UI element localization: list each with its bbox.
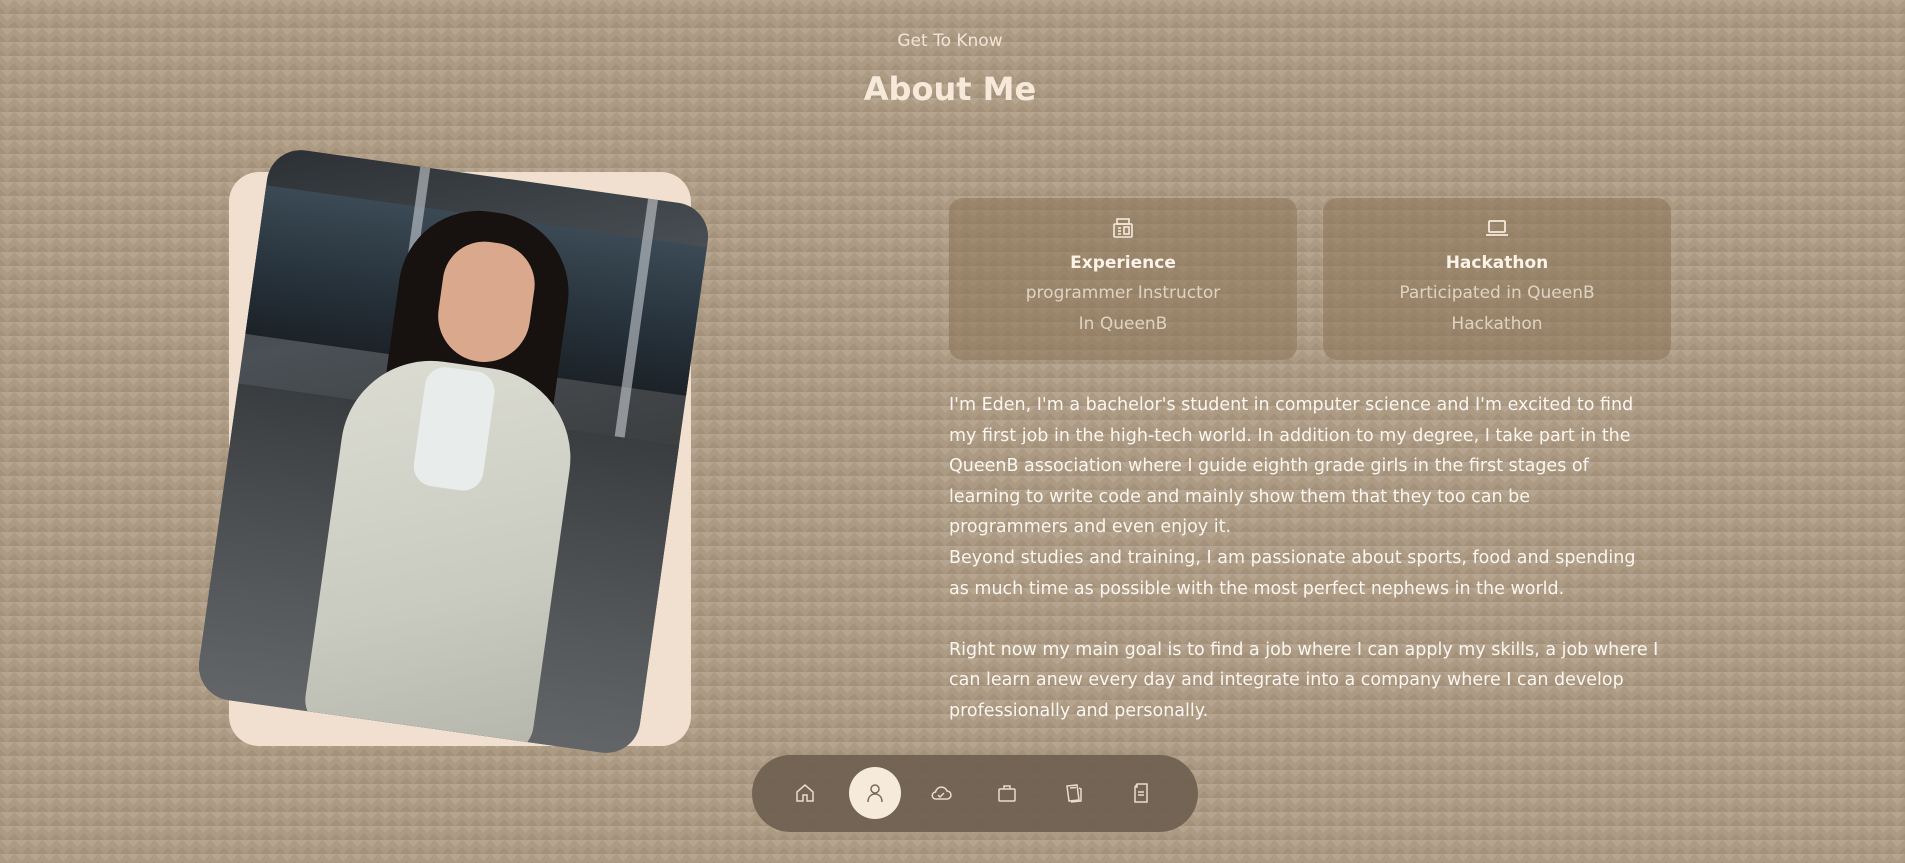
card-title: Hackathon bbox=[1445, 253, 1549, 273]
bio-spacer bbox=[949, 604, 1679, 635]
hackathon-card: Hackathon Participated in QueenB Hackath… bbox=[1323, 198, 1671, 360]
nav-skills-button[interactable] bbox=[915, 767, 967, 819]
bottom-nav bbox=[752, 755, 1198, 832]
bio-line: as much time as possible with the most p… bbox=[949, 578, 1565, 599]
nav-contact-button[interactable] bbox=[1115, 767, 1167, 819]
bio-line: learning to write code and mainly show t… bbox=[949, 486, 1530, 507]
bio-line: professionally and personally. bbox=[949, 700, 1209, 721]
briefcase-icon bbox=[998, 785, 1016, 802]
bio-line: can learn anew every day and integrate i… bbox=[949, 670, 1624, 691]
about-bio: I'm Eden, I'm a bachelor's student in co… bbox=[949, 390, 1679, 727]
card-title: Experience bbox=[1070, 253, 1176, 273]
card-text: In QueenB bbox=[1078, 314, 1168, 334]
card-text: Participated in QueenB bbox=[1399, 283, 1595, 303]
bio-line: Right now my main goal is to find a job … bbox=[949, 639, 1659, 660]
card-text: programmer Instructor bbox=[1025, 283, 1221, 303]
award-icon bbox=[949, 216, 1297, 240]
nav-home-button[interactable] bbox=[779, 767, 831, 819]
profile-photo bbox=[194, 145, 713, 758]
page-title: About Me bbox=[863, 70, 1037, 108]
header-subtitle: Get To Know bbox=[897, 31, 1003, 51]
bio-line: I'm Eden, I'm a bachelor's student in co… bbox=[949, 395, 1634, 415]
bio-line: Beyond studies and training, I am passio… bbox=[949, 547, 1636, 568]
document-icon bbox=[1134, 783, 1148, 803]
user-icon bbox=[867, 784, 883, 803]
nav-about-button[interactable] bbox=[849, 767, 901, 819]
bio-line: programmers and even enjoy it. bbox=[949, 517, 1232, 538]
bio-line: my first job in the high-tech world. In … bbox=[949, 425, 1631, 446]
experience-card: Experience programmer Instructor In Quee… bbox=[949, 198, 1297, 360]
laptop-icon bbox=[1323, 216, 1671, 240]
nav-experience-button[interactable] bbox=[981, 767, 1033, 819]
nav-projects-button[interactable] bbox=[1048, 767, 1100, 819]
bio-line: QueenB association where I guide eighth … bbox=[949, 456, 1589, 477]
book-icon bbox=[1066, 784, 1082, 803]
card-text: Hackathon bbox=[1451, 314, 1543, 334]
cloud-icon bbox=[931, 786, 952, 800]
home-icon bbox=[796, 784, 814, 802]
